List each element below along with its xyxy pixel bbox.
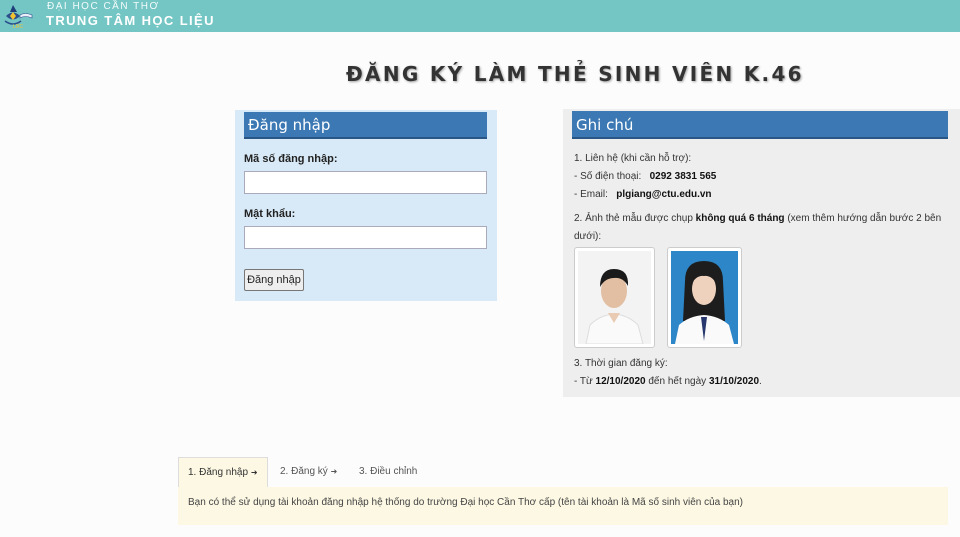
time-from-date: 12/10/2020 xyxy=(595,376,646,387)
top-header: LRC ĐẠI HỌC CẦN THƠ TRUNG TÂM HỌC LIỆU xyxy=(0,0,960,32)
email-label: - Email: xyxy=(574,189,611,200)
phone-value: 0292 3831 565 xyxy=(649,171,717,182)
page-title: ĐĂNG KÝ LÀM THẺ SINH VIÊN K.46 xyxy=(346,62,804,86)
tab-content: Bạn có thể sử dụng tài khoản đăng nhập h… xyxy=(178,487,948,525)
email-value: plgiang@ctu.edu.vn xyxy=(616,189,712,200)
photo-note-line1: 2. Ảnh thẻ mẫu được chụp không quá 6 thá… xyxy=(574,213,941,224)
university-logo-icon[interactable]: LRC xyxy=(3,3,35,30)
tab-register-label: 2. Đăng ký xyxy=(280,466,328,477)
tab-login-label: 1. Đăng nhập xyxy=(188,467,249,478)
contact-title: 1. Liên hệ (khi cần hỗ trợ): xyxy=(574,153,692,164)
arrow-right-icon: ➜ xyxy=(330,467,338,476)
login-button[interactable]: Đăng nhập xyxy=(244,269,304,291)
login-panel-heading: Đăng nhập xyxy=(244,112,487,139)
email-line: - Email: plgiang@ctu.edu.vn xyxy=(574,189,712,200)
tab-adjust-label: 3. Điều chỉnh xyxy=(359,466,418,477)
phone-line: - Số điện thoại: 0292 3831 565 xyxy=(574,171,716,182)
photo-note-line2: dưới): xyxy=(574,231,602,242)
time-suffix: . xyxy=(759,376,762,387)
time-to-prefix: đến hết ngày xyxy=(645,376,709,387)
tab-login[interactable]: 1. Đăng nhập ➜ xyxy=(178,457,268,487)
username-label: Mã số đăng nhập: xyxy=(244,153,338,165)
notes-panel-heading: Ghi chú xyxy=(572,111,948,139)
password-label: Mật khẩu: xyxy=(244,208,296,220)
tab-register[interactable]: 2. Đăng ký ➜ xyxy=(280,457,350,487)
username-input[interactable] xyxy=(244,171,487,194)
logo-text: LRC xyxy=(13,24,23,30)
center-name[interactable]: TRUNG TÂM HỌC LIỆU xyxy=(46,13,215,28)
photo-note-text-end: (xem thêm hướng dẫn bước 2 bên xyxy=(784,213,942,224)
tab-adjust[interactable]: 3. Điều chỉnh xyxy=(359,457,439,487)
photo-note-bold: không quá 6 tháng xyxy=(695,213,785,224)
time-to-date: 31/10/2020 xyxy=(708,376,760,387)
notes-panel: Ghi chú 1. Liên hệ (khi cần hỗ trợ): - S… xyxy=(563,109,960,397)
login-panel: Đăng nhập Mã số đăng nhập: Mật khẩu: Đăn… xyxy=(235,110,497,301)
photo-note-text: 2. Ảnh thẻ mẫu được chụp xyxy=(574,213,696,224)
sample-photo-female xyxy=(667,247,742,348)
time-from-prefix: - Từ xyxy=(574,376,596,387)
phone-label: - Số điện thoại: xyxy=(574,171,645,182)
sample-photo-male xyxy=(574,247,655,348)
time-title: 3. Thời gian đăng ký: xyxy=(574,358,668,369)
password-input[interactable] xyxy=(244,226,487,249)
time-line: - Từ 12/10/2020 đến hết ngày 31/10/2020. xyxy=(574,376,762,387)
university-name: ĐẠI HỌC CẦN THƠ xyxy=(47,1,160,12)
arrow-right-icon: ➜ xyxy=(250,468,258,477)
